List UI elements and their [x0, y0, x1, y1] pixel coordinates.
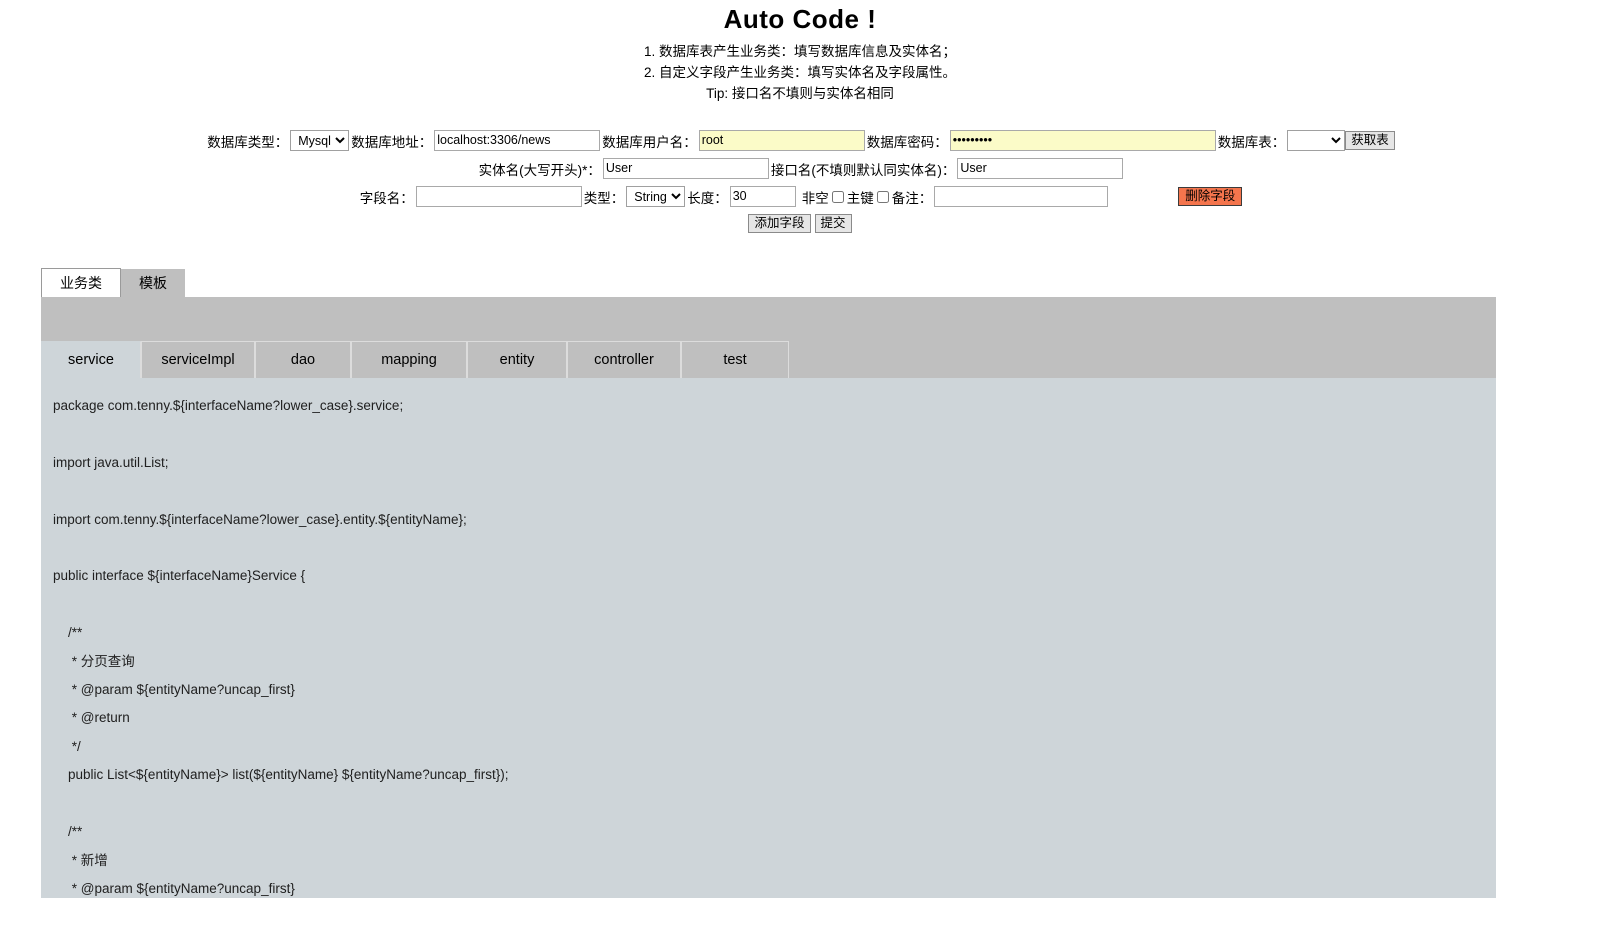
remark-label: 备注：	[891, 190, 933, 206]
page-header: Auto Code ! 1. 数据库表产生业务类：填写数据库信息及实体名； 2.…	[0, 4, 1600, 104]
intro-text: 1. 数据库表产生业务类：填写数据库信息及实体名； 2. 自定义字段产生业务类：…	[0, 41, 1600, 104]
delete-field-button[interactable]: 删除字段	[1178, 187, 1243, 206]
template-code-area[interactable]: package com.tenny.${interfaceName?lower_…	[41, 378, 1496, 898]
tab-service[interactable]: service	[41, 341, 141, 378]
inner-tab-bar: service serviceImpl dao mapping entity c…	[41, 341, 1496, 378]
tab-template[interactable]: 模板	[121, 269, 185, 297]
tab-dao[interactable]: dao	[255, 341, 351, 378]
db-type-label: 数据库类型：	[207, 134, 289, 150]
entity-name-label: 实体名(大写开头)*：	[478, 162, 601, 178]
primary-key-label: 主键	[846, 190, 874, 206]
tab-test[interactable]: test	[681, 341, 789, 378]
field-type-label: 类型：	[583, 190, 625, 206]
form-row-actions: 添加字段 提交	[0, 214, 1600, 233]
tab-business-class[interactable]: 业务类	[41, 268, 121, 297]
tab-entity[interactable]: entity	[467, 341, 567, 378]
db-address-label: 数据库地址：	[351, 134, 433, 150]
db-table-label: 数据库表：	[1217, 134, 1286, 150]
interface-name-label: 接口名(不填则默认同实体名)：	[770, 162, 956, 178]
field-length-label: 长度：	[687, 190, 728, 206]
page-title: Auto Code !	[723, 4, 877, 34]
remark-input[interactable]	[934, 186, 1109, 207]
tab-serviceimpl[interactable]: serviceImpl	[141, 341, 255, 378]
field-name-label: 字段名：	[359, 190, 414, 206]
form-row-field: 字段名： 类型： String 长度： 非空 主键 备注： 删除字段	[0, 186, 1600, 207]
primary-key-checkbox[interactable]	[876, 190, 889, 203]
tab-mapping[interactable]: mapping	[351, 341, 467, 378]
intro-line-1: 1. 数据库表产生业务类：填写数据库信息及实体名；	[643, 44, 956, 59]
db-username-input[interactable]	[698, 130, 865, 151]
template-code-text: package com.tenny.${interfaceName?lower_…	[53, 398, 509, 896]
fetch-table-button[interactable]: 获取表	[1345, 131, 1395, 150]
not-null-label: 非空	[801, 190, 829, 206]
db-username-label: 数据库用户名：	[602, 134, 697, 150]
submit-button[interactable]: 提交	[814, 214, 852, 233]
tab-controller[interactable]: controller	[567, 341, 681, 378]
template-tab-panel: service serviceImpl dao mapping entity c…	[41, 297, 1496, 898]
db-password-label: 数据库密码：	[866, 134, 948, 150]
field-name-input[interactable]	[415, 186, 582, 207]
form-row-names: 实体名(大写开头)*： 接口名(不填则默认同实体名)：	[0, 158, 1600, 179]
add-field-button[interactable]: 添加字段	[748, 214, 811, 233]
entity-name-input[interactable]	[602, 158, 769, 179]
field-type-select[interactable]: String	[626, 186, 686, 207]
outer-tab-bar: 业务类 模板	[41, 267, 1496, 297]
not-null-checkbox[interactable]	[831, 190, 844, 203]
panel-spacer	[41, 297, 1496, 341]
db-address-input[interactable]	[434, 130, 601, 151]
form-row-connection: 数据库类型： Mysql 数据库地址： 数据库用户名： 数据库密码： 数据库表：…	[0, 130, 1600, 151]
db-password-input[interactable]	[949, 130, 1216, 151]
intro-line-2: 2. 自定义字段产生业务类：填写实体名及字段属性。	[643, 65, 956, 80]
db-table-select[interactable]	[1287, 130, 1346, 151]
tabs-container: 业务类 模板 service serviceImpl dao mapping e…	[41, 267, 1496, 898]
interface-name-input[interactable]	[957, 158, 1124, 179]
config-form: 数据库类型： Mysql 数据库地址： 数据库用户名： 数据库密码： 数据库表：…	[0, 130, 1600, 233]
field-length-input[interactable]	[729, 186, 796, 207]
db-type-select[interactable]: Mysql	[290, 130, 350, 151]
intro-line-3: Tip: 接口名不填则与实体名相同	[706, 86, 894, 101]
